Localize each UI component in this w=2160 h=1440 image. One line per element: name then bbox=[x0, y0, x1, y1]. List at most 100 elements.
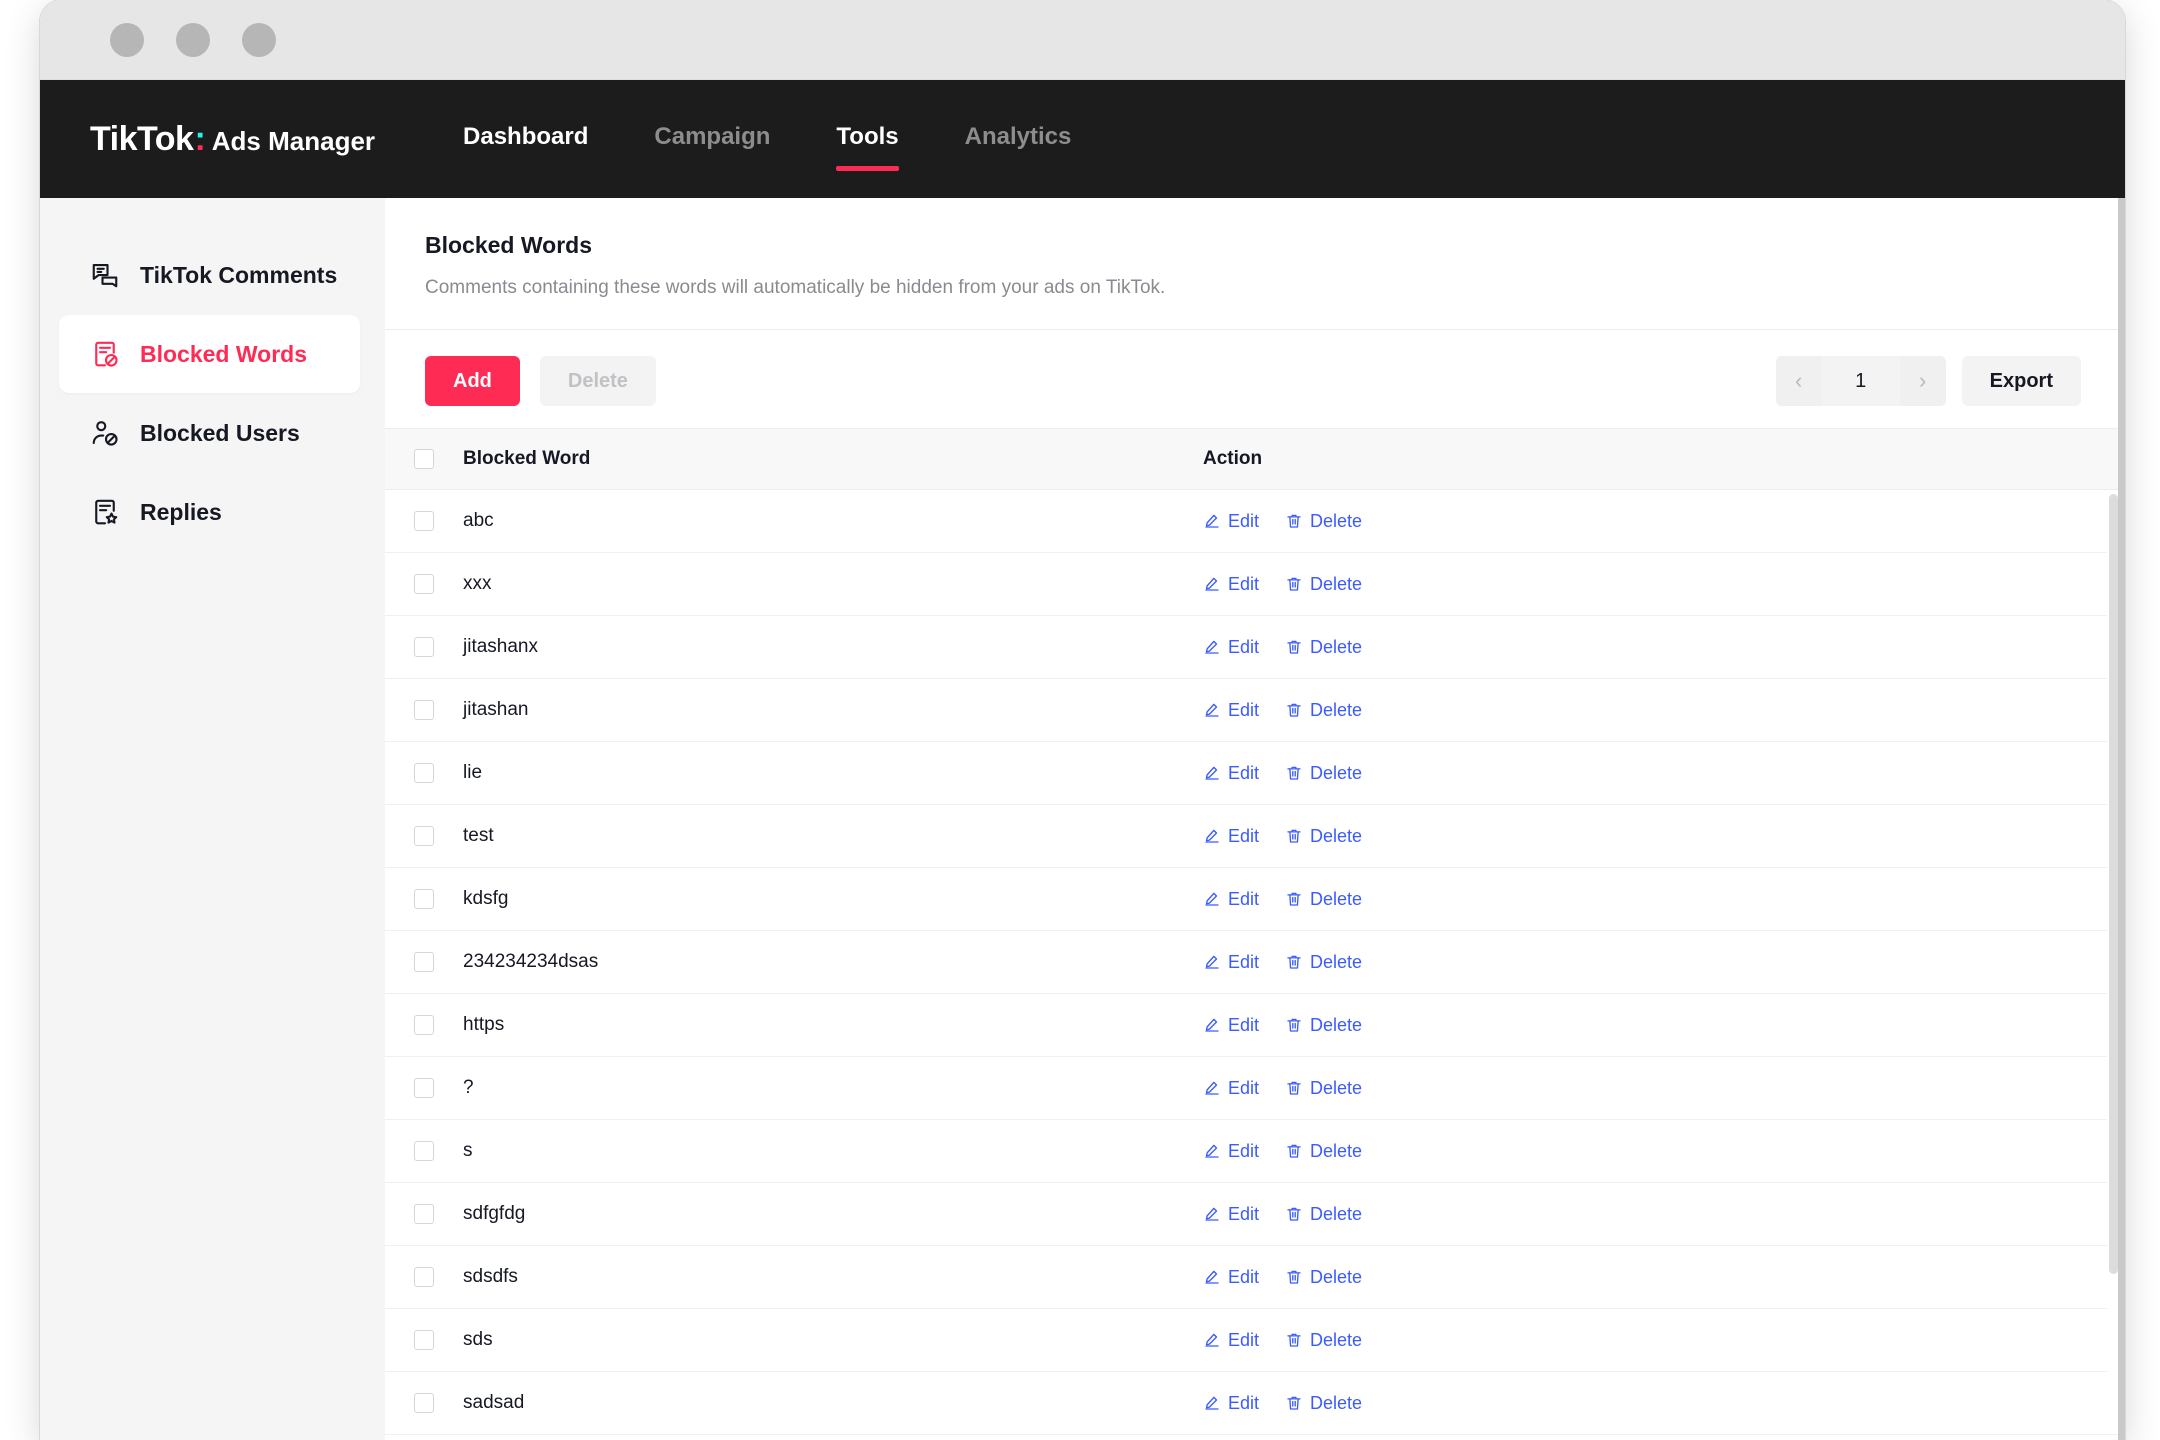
delete-link[interactable]: Delete bbox=[1285, 1204, 1362, 1225]
table-row: sdsdfs Edit Delete bbox=[385, 1246, 2125, 1309]
delete-link[interactable]: Delete bbox=[1285, 826, 1362, 847]
row-checkbox[interactable] bbox=[414, 1204, 434, 1224]
pagination-prev-icon[interactable]: ‹ bbox=[1775, 356, 1822, 406]
maximize-dot[interactable] bbox=[242, 22, 276, 57]
edit-link[interactable]: Edit bbox=[1203, 574, 1259, 595]
edit-link[interactable]: Edit bbox=[1203, 1204, 1259, 1225]
vertical-scrollbar-thumb[interactable] bbox=[2109, 494, 2118, 1274]
edit-link[interactable]: Edit bbox=[1203, 1330, 1259, 1351]
edit-link[interactable]: Edit bbox=[1203, 952, 1259, 973]
table-row: kdsfg Edit Delete bbox=[385, 868, 2125, 931]
delete-link[interactable]: Delete bbox=[1285, 763, 1362, 784]
pencil-icon bbox=[1203, 1142, 1221, 1160]
delete-link[interactable]: Delete bbox=[1285, 1330, 1362, 1351]
nav-item-dashboard[interactable]: Dashboard bbox=[463, 123, 588, 155]
delete-link[interactable]: Delete bbox=[1285, 637, 1362, 658]
add-button[interactable]: Add bbox=[425, 356, 520, 406]
edit-link[interactable]: Edit bbox=[1203, 1267, 1259, 1288]
edit-link[interactable]: Edit bbox=[1203, 1393, 1259, 1414]
delete-link[interactable]: Delete bbox=[1285, 889, 1362, 910]
cell-blocked-word: jitashan bbox=[463, 699, 529, 720]
row-checkbox[interactable] bbox=[414, 826, 434, 846]
trash-icon bbox=[1285, 1142, 1303, 1160]
sidebar-item-blocked-users[interactable]: Blocked Users bbox=[59, 394, 360, 472]
edit-label: Edit bbox=[1228, 636, 1260, 657]
nav-item-analytics[interactable]: Analytics bbox=[965, 123, 1072, 155]
cell-blocked-word: sdfgfdg bbox=[463, 1203, 526, 1224]
export-button[interactable]: Export bbox=[1961, 356, 2081, 406]
brand-logo[interactable]: TikTok : Ads Manager bbox=[90, 120, 375, 159]
delete-link[interactable]: Delete bbox=[1285, 952, 1362, 973]
delete-link[interactable]: Delete bbox=[1285, 1015, 1362, 1036]
edit-link[interactable]: Edit bbox=[1203, 763, 1259, 784]
delete-button[interactable]: Delete bbox=[539, 356, 656, 406]
row-checkbox[interactable] bbox=[414, 1330, 434, 1350]
table-row: jitashanx Edit Delete bbox=[385, 616, 2125, 679]
trash-icon bbox=[1285, 953, 1303, 971]
edit-link[interactable]: Edit bbox=[1203, 1141, 1259, 1162]
edit-link[interactable]: Edit bbox=[1203, 511, 1259, 532]
pencil-icon bbox=[1203, 1394, 1221, 1412]
cell-action: Edit Delete bbox=[1203, 1393, 2125, 1414]
delete-link[interactable]: Delete bbox=[1285, 511, 1362, 532]
row-checkbox[interactable] bbox=[414, 637, 434, 657]
delete-link[interactable]: Delete bbox=[1285, 1141, 1362, 1162]
edit-link[interactable]: Edit bbox=[1203, 889, 1259, 910]
nav-item-campaign[interactable]: Campaign bbox=[654, 123, 770, 155]
edit-link[interactable]: Edit bbox=[1203, 1015, 1259, 1036]
delete-label: Delete bbox=[1310, 1392, 1363, 1413]
cell-blocked-word: https bbox=[463, 1014, 505, 1035]
trash-icon bbox=[1285, 1205, 1303, 1223]
blocked-users-icon bbox=[90, 418, 120, 448]
panel-header: Blocked Words Comments containing these … bbox=[385, 198, 2125, 330]
row-checkbox[interactable] bbox=[414, 763, 434, 783]
row-checkbox[interactable] bbox=[414, 1015, 434, 1035]
row-select-cell bbox=[385, 763, 463, 783]
table-row: test Edit Delete bbox=[385, 805, 2125, 868]
row-checkbox[interactable] bbox=[414, 574, 434, 594]
edit-link[interactable]: Edit bbox=[1203, 1078, 1259, 1099]
row-checkbox[interactable] bbox=[414, 889, 434, 909]
top-navigation-bar: TikTok : Ads Manager Dashboard Campaign … bbox=[40, 80, 2125, 198]
table-row: lie Edit Delete bbox=[385, 742, 2125, 805]
table-row: ? Edit Delete bbox=[385, 1057, 2125, 1120]
edit-label: Edit bbox=[1228, 1329, 1260, 1350]
edit-link[interactable]: Edit bbox=[1203, 700, 1259, 721]
row-checkbox[interactable] bbox=[414, 1393, 434, 1413]
table-row: sadsad Edit Delete bbox=[385, 1372, 2125, 1435]
sidebar-item-blocked-words[interactable]: Blocked Words bbox=[59, 315, 360, 393]
pagination-current-page[interactable]: 1 bbox=[1821, 356, 1900, 406]
delete-link[interactable]: Delete bbox=[1285, 700, 1362, 721]
pagination-next-icon[interactable]: › bbox=[1899, 356, 1946, 406]
edit-link[interactable]: Edit bbox=[1203, 826, 1259, 847]
edit-label: Edit bbox=[1228, 951, 1260, 972]
select-all-cell bbox=[385, 449, 463, 469]
nav-item-tools[interactable]: Tools bbox=[836, 123, 899, 171]
close-dot[interactable] bbox=[110, 22, 144, 57]
minimize-dot[interactable] bbox=[176, 22, 210, 57]
row-checkbox[interactable] bbox=[414, 1078, 434, 1098]
delete-label: Delete bbox=[1310, 888, 1363, 909]
row-checkbox[interactable] bbox=[414, 952, 434, 972]
delete-link[interactable]: Delete bbox=[1285, 1267, 1362, 1288]
row-checkbox[interactable] bbox=[414, 700, 434, 720]
select-all-checkbox[interactable] bbox=[414, 449, 434, 469]
row-select-cell bbox=[385, 1393, 463, 1413]
pencil-icon bbox=[1203, 890, 1221, 908]
row-checkbox[interactable] bbox=[414, 1141, 434, 1161]
sidebar: TikTok Comments Blocked Words Blocked Us… bbox=[40, 198, 385, 1440]
sidebar-item-replies[interactable]: Replies bbox=[59, 473, 360, 551]
sidebar-item-tiktok-comments[interactable]: TikTok Comments bbox=[59, 236, 360, 314]
cell-blocked-word: s bbox=[463, 1140, 473, 1161]
delete-link[interactable]: Delete bbox=[1285, 1078, 1362, 1099]
edit-link[interactable]: Edit bbox=[1203, 637, 1259, 658]
delete-link[interactable]: Delete bbox=[1285, 1393, 1362, 1414]
row-checkbox[interactable] bbox=[414, 511, 434, 531]
delete-label: Delete bbox=[1310, 1266, 1363, 1287]
cell-blocked-word: sadsad bbox=[463, 1392, 525, 1413]
row-checkbox[interactable] bbox=[414, 1267, 434, 1287]
content-panel: Blocked Words Comments containing these … bbox=[385, 198, 2125, 1440]
pencil-icon bbox=[1203, 701, 1221, 719]
cell-blocked-word: 234234234dsas bbox=[463, 951, 599, 972]
delete-link[interactable]: Delete bbox=[1285, 574, 1362, 595]
